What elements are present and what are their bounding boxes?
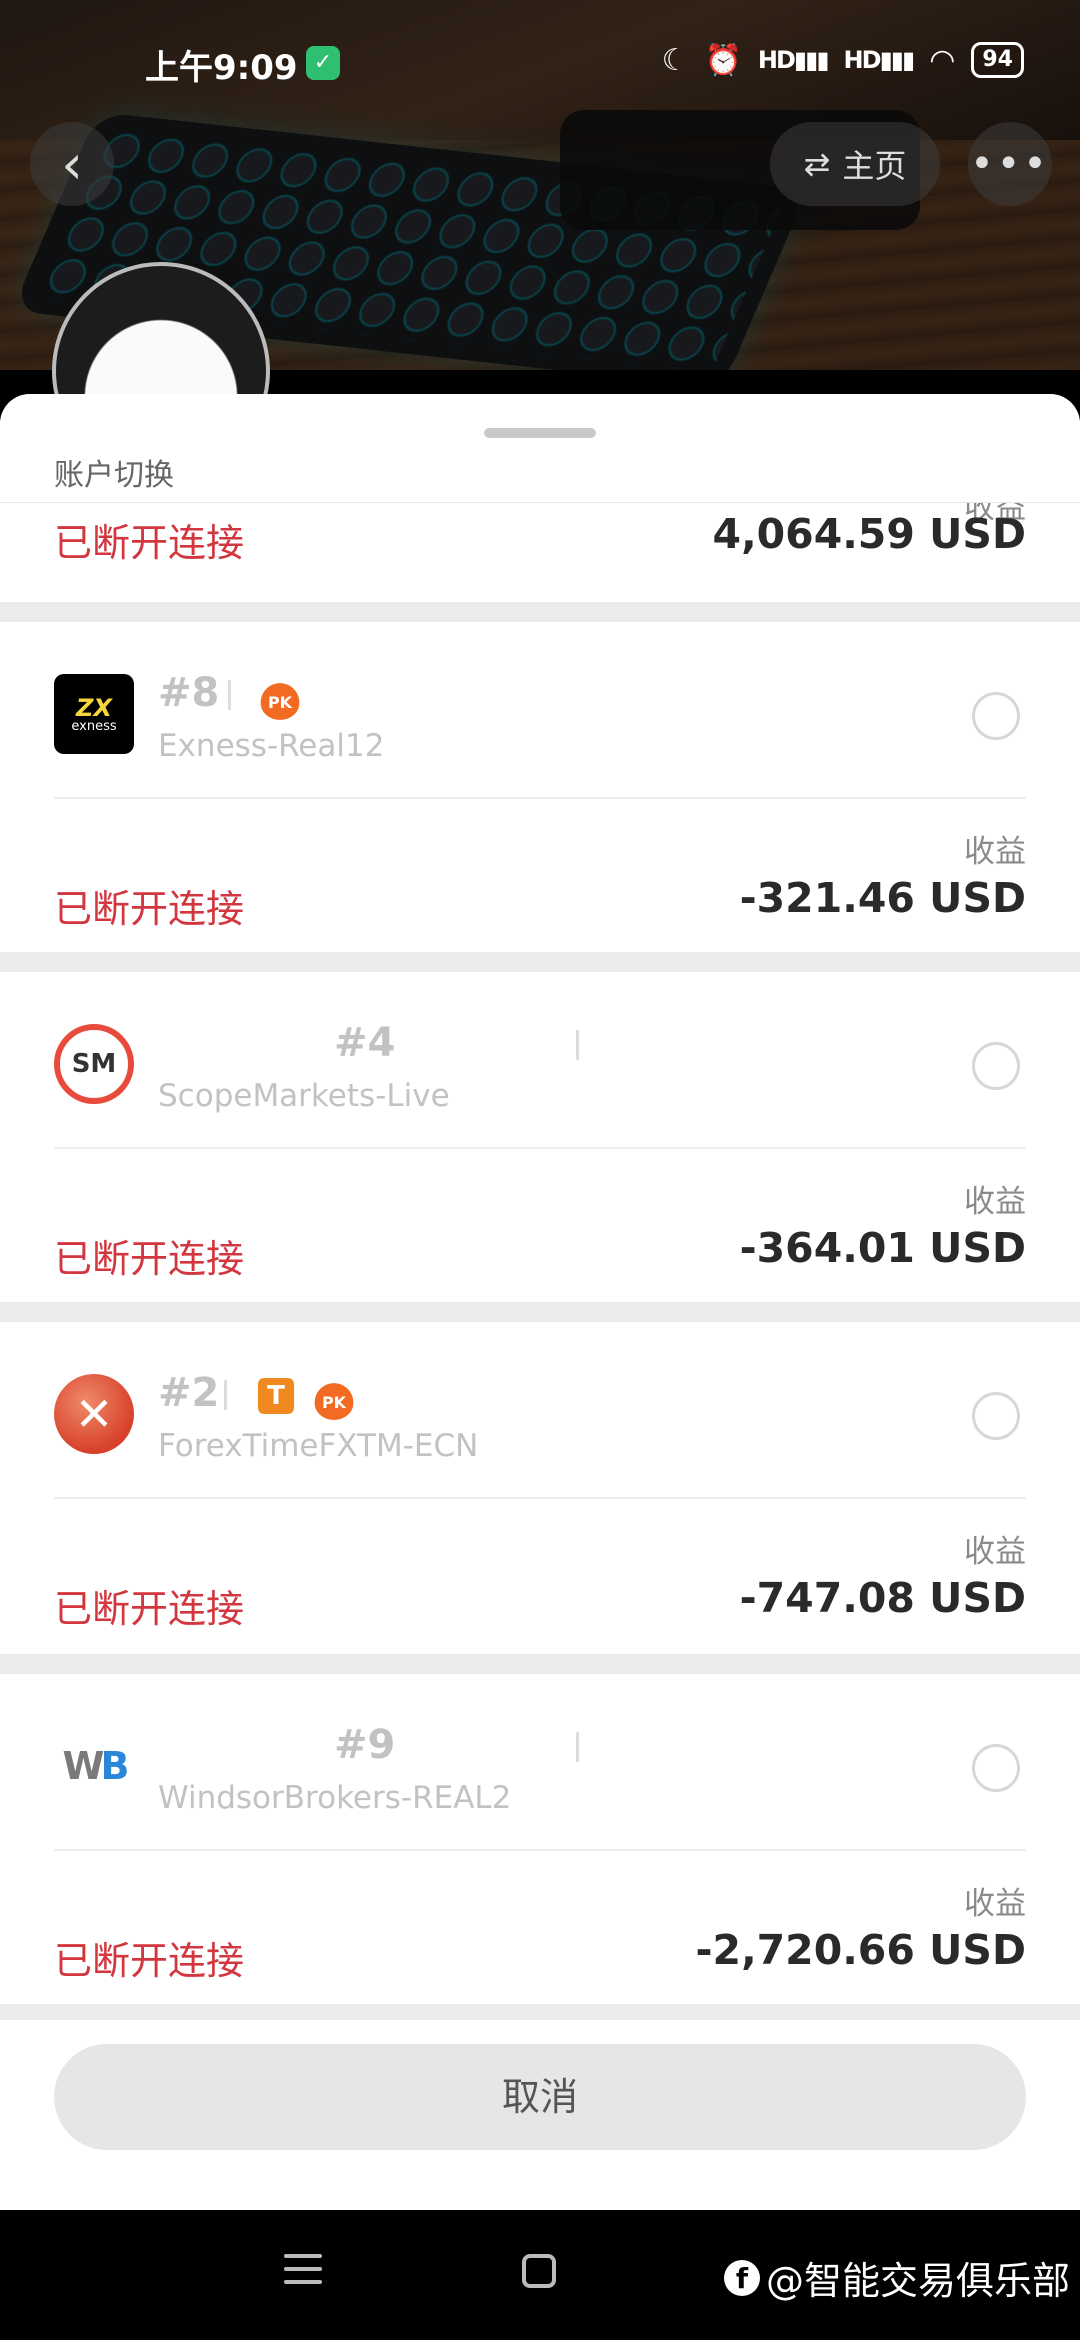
social-logo-icon: f	[724, 2259, 760, 2296]
more-button[interactable]: •••	[968, 122, 1052, 206]
watermark-text: @智能交易俱乐部	[766, 2259, 1071, 2303]
account-number: #2	[158, 1370, 220, 1416]
server-name: Exness-Real12	[158, 728, 385, 764]
sheet-title: 账户切换	[54, 458, 174, 493]
watermark: f @智能交易俱乐部	[724, 2250, 1070, 2305]
t-badge-icon: T	[258, 1378, 294, 1414]
select-radio[interactable]	[972, 1392, 1020, 1440]
card-divider	[54, 1497, 1026, 1499]
account-number: #4	[334, 1020, 396, 1066]
shield-icon: ✓	[306, 46, 340, 80]
cancel-area: 取消	[0, 2020, 1080, 2210]
wifi-icon: ◠	[929, 42, 956, 78]
scopemarkets-logo: SM	[54, 1024, 134, 1104]
sheet-header: 账户切换	[0, 394, 1080, 503]
account-number: #8	[158, 670, 220, 716]
battery-indicator: 94	[971, 42, 1024, 78]
card-divider	[54, 797, 1026, 799]
fxtm-logo: ✕	[54, 1374, 134, 1454]
system-nav-bar: f @智能交易俱乐部	[0, 2210, 1080, 2340]
cancel-button[interactable]: 取消	[54, 2044, 1026, 2150]
select-radio[interactable]	[972, 692, 1020, 740]
switch-icon: ⇄	[803, 145, 831, 183]
select-radio[interactable]	[972, 1744, 1020, 1792]
card-divider	[54, 1849, 1026, 1851]
switch-home-button[interactable]: ⇄ 主页	[770, 122, 940, 206]
select-radio[interactable]	[972, 1042, 1020, 1090]
account-card[interactable]: ZX exness #8 PK Exness-Real12 收益 已断开连接 -…	[0, 622, 1080, 952]
divider	[576, 1732, 579, 1762]
connection-status: 已断开连接	[54, 1587, 245, 1631]
profit-label: 收益	[964, 1534, 1026, 1570]
account-card-partial[interactable]: 收益 已断开连接 4,064.59 USD	[0, 490, 1080, 602]
pk-badge-icon: PK	[260, 674, 300, 720]
menu-icon[interactable]	[284, 2254, 322, 2288]
divider	[576, 1030, 579, 1060]
server-name: WindsorBrokers-REAL2	[158, 1780, 512, 1816]
account-number: #9	[334, 1722, 396, 1768]
home-label: 主页	[842, 147, 907, 185]
account-card[interactable]: ✕ #2 T PK ForexTimeFXTM-ECN 收益 已断开连接 -74…	[0, 1322, 1080, 1654]
connection-status: 已断开连接	[54, 887, 245, 931]
profit-label: 收益	[964, 1184, 1026, 1220]
connection-status: 已断开连接	[54, 1237, 245, 1281]
profit-value: -321.46 USD	[739, 874, 1026, 922]
more-icon: •••	[970, 141, 1050, 187]
status-time: 上午9:09	[145, 48, 298, 88]
profit-value: -747.08 USD	[739, 1574, 1026, 1622]
moon-icon: ☾	[661, 42, 689, 78]
signal-icon: HD▮▮▮	[757, 46, 830, 74]
alarm-icon: ⏰	[704, 42, 742, 78]
card-divider	[54, 1147, 1026, 1149]
back-button[interactable]: ‹	[30, 122, 114, 206]
exness-logo: ZX exness	[54, 674, 134, 754]
profit-value: 4,064.59 USD	[712, 510, 1026, 558]
pk-badge-icon: PK	[314, 1374, 354, 1420]
connection-status: 已断开连接	[54, 1939, 245, 1983]
drag-handle[interactable]	[484, 428, 596, 438]
profit-value: -364.01 USD	[739, 1224, 1026, 1272]
profit-value: -2,720.66 USD	[695, 1926, 1026, 1974]
profit-label: 收益	[964, 1886, 1026, 1922]
divider	[228, 680, 231, 710]
profit-label: 收益	[964, 834, 1026, 870]
signal-icon-2: HD▮▮▮	[843, 46, 916, 74]
server-name: ForexTimeFXTM-ECN	[158, 1428, 479, 1464]
account-card[interactable]: WB #9 WindsorBrokers-REAL2 收益 已断开连接 -2,7…	[0, 1674, 1080, 2004]
status-bar: 上午9:09 ✓ ☾ ⏰ HD▮▮▮ HD▮▮▮ ◠ 94	[0, 30, 1080, 100]
chevron-left-icon: ‹	[61, 132, 83, 196]
account-switch-sheet: 账户切换 收益 已断开连接 4,064.59 USD ZX exness #8 …	[0, 394, 1080, 2210]
connection-status: 已断开连接	[54, 521, 245, 565]
divider	[224, 1380, 227, 1410]
server-name: ScopeMarkets-Live	[158, 1078, 450, 1114]
account-card[interactable]: SM #4 ScopeMarkets-Live 收益 已断开连接 -364.01…	[0, 972, 1080, 1302]
windsorbrokers-logo: WB	[54, 1726, 134, 1806]
home-icon[interactable]	[522, 2254, 556, 2288]
